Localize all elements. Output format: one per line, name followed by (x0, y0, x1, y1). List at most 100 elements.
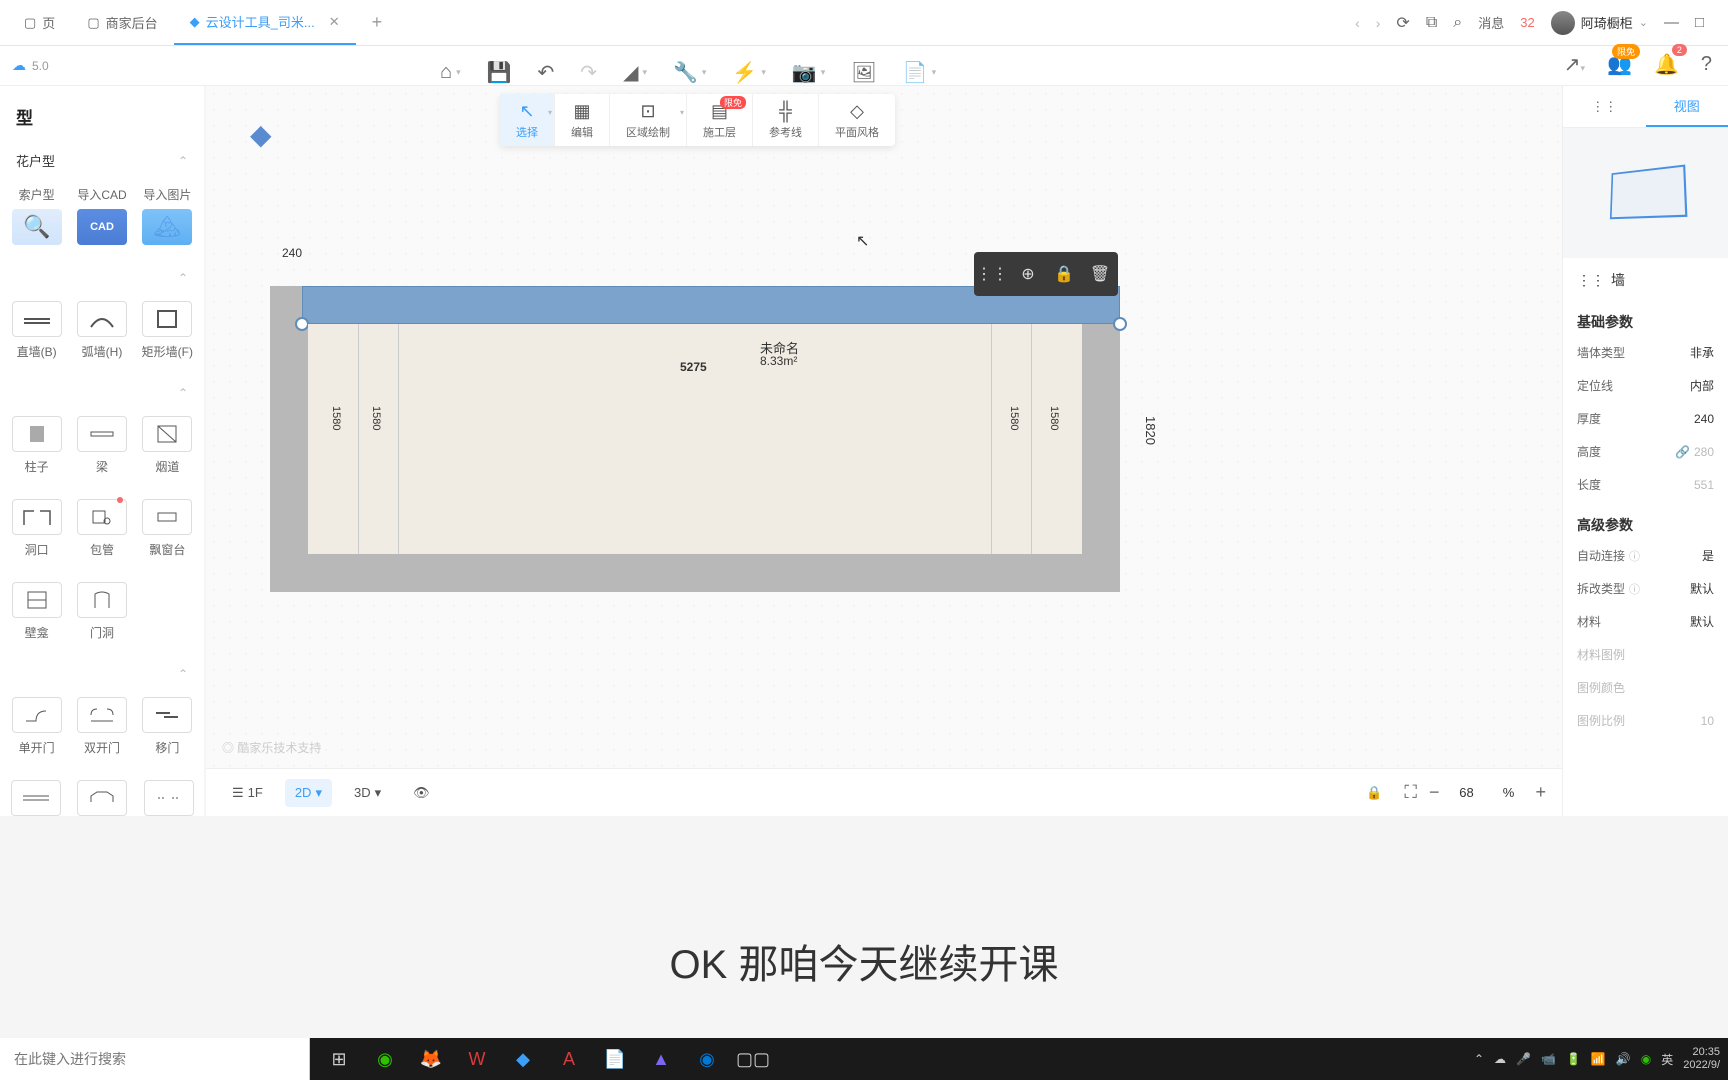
section-import[interactable]: 花户型 ⌃ (0, 141, 204, 178)
item-import-image[interactable]: 导入图片 🏔 (137, 178, 198, 253)
tool-edit[interactable]: ▦ 编辑 (555, 94, 610, 146)
item-door-opening[interactable]: 门洞 (71, 574, 132, 649)
app-icon[interactable]: ◆ (502, 1038, 544, 1080)
tool-construction[interactable]: ▤ 施工层 限免 (687, 94, 753, 146)
item-beam[interactable]: 梁 (71, 408, 132, 483)
rp-view-tab[interactable]: 视图 (1646, 86, 1728, 127)
msg-label[interactable]: 消息 (1478, 13, 1504, 32)
prop-auto-connect[interactable]: 自动连接ⓘ 是 (1563, 539, 1728, 572)
tab-design-tool[interactable]: ◆ 云设计工具_司米... ✕ (174, 0, 356, 45)
tray-cloud-icon[interactable]: ☁ (1494, 1052, 1506, 1066)
undo-icon[interactable]: ↶ (538, 60, 555, 85)
document-icon[interactable]: 📄▾ (903, 60, 936, 85)
tray-volume-icon[interactable]: 🔊 (1616, 1052, 1631, 1066)
share-icon[interactable]: 👥限免 (1607, 52, 1632, 77)
copy-icon[interactable]: ⧉ (1426, 14, 1437, 32)
clock[interactable]: 20:35 2022/9/ (1683, 1046, 1720, 1072)
section-doors[interactable]: ⌃ (0, 657, 204, 689)
search-icon[interactable]: ⌕ (1453, 14, 1462, 32)
add-tab-button[interactable]: + (356, 12, 399, 33)
nav-forward-icon[interactable]: › (1376, 15, 1381, 31)
notepad-icon[interactable]: 📄 (594, 1038, 636, 1080)
tray-up-icon[interactable]: ⌃ (1474, 1052, 1484, 1066)
item-window-floor[interactable]: 落地窗 (139, 772, 198, 816)
section-walls[interactable]: ⌃ (0, 261, 204, 293)
section-struct[interactable]: ⌃ (0, 376, 204, 408)
taskbar-search[interactable]: 在此键入进行搜索 (0, 1038, 310, 1080)
info-icon[interactable]: ⓘ (1629, 581, 1640, 597)
tool-guideline[interactable]: ╬ 参考线 (753, 94, 819, 146)
maximize-icon[interactable]: □ (1695, 14, 1704, 31)
tray-mic-icon[interactable]: 🎤 (1516, 1052, 1531, 1066)
export-icon[interactable]: ↗▾ (1564, 52, 1585, 77)
wps-icon[interactable]: W (456, 1038, 498, 1080)
lock-view-button[interactable]: 🔒 (1356, 779, 1392, 807)
item-niche[interactable]: 壁龛 (6, 574, 67, 649)
nav-back-icon[interactable]: ‹ (1355, 15, 1360, 31)
prop-legend-ratio[interactable]: 图例比例 10 (1563, 704, 1728, 737)
zoom-out-icon[interactable]: − (1429, 782, 1440, 803)
lock-icon[interactable]: 🔒 (1050, 260, 1078, 288)
eye-button[interactable]: 👁 (403, 779, 440, 807)
prop-legend-color[interactable]: 图例颜色 (1563, 671, 1728, 704)
link-icon[interactable]: 🔗 (1675, 445, 1690, 459)
prop-align-line[interactable]: 定位线 内部 (1563, 369, 1728, 402)
close-icon[interactable]: ✕ (329, 14, 340, 30)
item-window-straight[interactable]: 字型窗 (6, 772, 65, 816)
bell-icon[interactable]: 🔔2 (1654, 52, 1679, 77)
save-icon[interactable]: 💾 (487, 60, 512, 85)
home-icon[interactable]: ⌂▾ (440, 61, 461, 84)
edge-icon[interactable]: ◉ (686, 1038, 728, 1080)
item-double-door[interactable]: 双开门 (71, 689, 132, 764)
eraser-icon[interactable]: ◢▾ (623, 60, 647, 85)
item-import-cad[interactable]: 导入CAD CAD (71, 178, 132, 253)
info-icon[interactable]: ⓘ (1629, 548, 1640, 564)
help-icon[interactable]: ? (1701, 53, 1712, 76)
tab-merchant[interactable]: ▢ 商家后台 (71, 0, 173, 45)
add-icon[interactable]: ⊕ (1014, 260, 1042, 288)
fit-icon[interactable]: ⛶ (1404, 782, 1417, 803)
item-opening[interactable]: 洞口 (6, 491, 67, 566)
item-straight-wall[interactable]: 直墙(B) (6, 293, 67, 368)
item-bay-window[interactable]: 飘窗台 (137, 491, 198, 566)
firefox-icon[interactable]: 🦊 (410, 1038, 452, 1080)
view-2d-button[interactable]: 2D ▾ (285, 779, 332, 807)
prop-thickness[interactable]: 厚度 240 (1563, 402, 1728, 435)
prop-length[interactable]: 长度 551 (1563, 468, 1728, 501)
item-arc-wall[interactable]: 弧墙(H) (71, 293, 132, 368)
floor-plan[interactable]: 240 5275 未命名 8.33m² 1580 1580 1580 1580 … (270, 286, 1120, 592)
rp-handle-tab[interactable]: ⋮⋮ (1563, 86, 1646, 127)
room[interactable] (308, 324, 1082, 554)
tray-wechat-icon[interactable]: ◉ (1641, 1052, 1651, 1066)
tray-wifi-icon[interactable]: 📶 (1591, 1052, 1606, 1066)
item-window-bay[interactable]: 一字型飘... (69, 772, 135, 816)
canvas[interactable]: ◆ ↖ 240 5275 未命名 8.33m² 1580 1580 1580 1… (206, 86, 1562, 816)
wrench-icon[interactable]: 🔧▾ (673, 60, 706, 85)
app2-icon[interactable]: ▲ (640, 1038, 682, 1080)
zoom-in-icon[interactable]: + (1535, 782, 1546, 803)
item-single-door[interactable]: 单开门 (6, 689, 67, 764)
preview-3d[interactable] (1563, 128, 1728, 258)
tool-select[interactable]: ↖ 选择 ▾ (500, 94, 555, 146)
item-flue[interactable]: 烟道 (137, 408, 198, 483)
wechat-icon[interactable]: ◉ (364, 1038, 406, 1080)
prop-height[interactable]: 高度 🔗280 (1563, 435, 1728, 468)
drag-handle-icon[interactable]: ⋮⋮ (978, 260, 1006, 288)
walls[interactable] (270, 286, 1120, 592)
minimize-icon[interactable]: — (1664, 14, 1679, 31)
delete-icon[interactable]: 🗑 (1086, 260, 1114, 288)
tray-battery-icon[interactable]: 🔋 (1566, 1052, 1581, 1066)
camera-icon[interactable]: 📷▾ (792, 60, 825, 85)
prop-wall-type[interactable]: 墙体类型 非承 (1563, 336, 1728, 369)
item-column[interactable]: 柱子 (6, 408, 67, 483)
item-rect-wall[interactable]: 矩形墙(F) (137, 293, 198, 368)
taskview-icon[interactable]: ⊞ (318, 1038, 360, 1080)
prop-material[interactable]: 材料 默认 (1563, 605, 1728, 638)
multidesk-icon[interactable]: ▢▢ (732, 1038, 774, 1080)
tool-flat-style[interactable]: ◇ 平面风格 (819, 94, 895, 146)
tab-page[interactable]: ▢ 页 (8, 0, 71, 45)
prop-material-legend[interactable]: 材料图例 (1563, 638, 1728, 671)
redo-icon[interactable]: ↷ (580, 60, 597, 85)
lightning-icon[interactable]: ⚡▾ (732, 60, 765, 85)
item-sliding-door[interactable]: 移门 (137, 689, 198, 764)
